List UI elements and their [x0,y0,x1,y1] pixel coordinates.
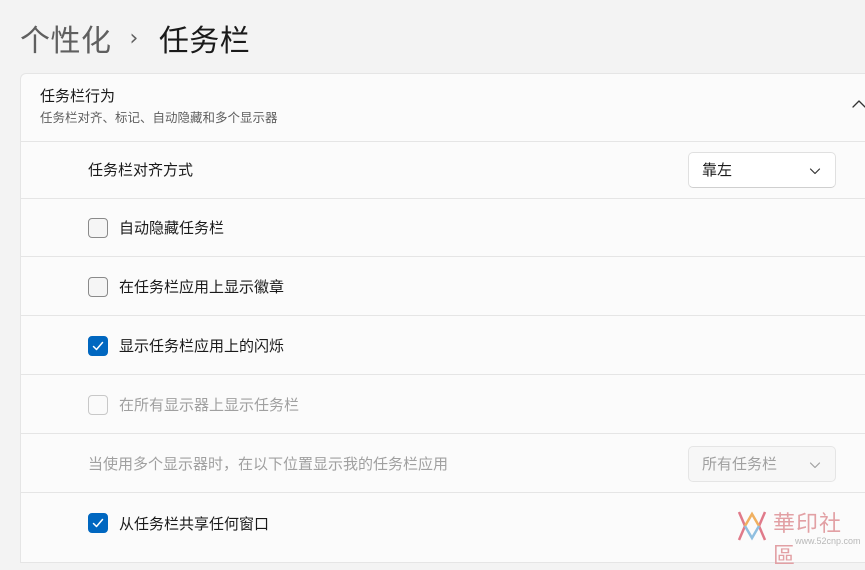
alignment-label: 任务栏对齐方式 [88,161,194,179]
multi-display-label: 当使用多个显示器时，在以下位置显示我的任务栏应用 [88,455,449,473]
breadcrumb-parent-personalization[interactable]: 个性化 [20,16,112,60]
watermark-url: www.52cnp.com [795,536,861,546]
share-checkbox[interactable] [88,513,108,533]
auto-hide-checkbox[interactable] [88,217,108,238]
badges-checkbox-group[interactable]: 在任务栏应用上显示徽章 [88,276,284,297]
multi-display-dropdown: 所有任务栏 [688,445,836,482]
flashing-checkbox-group[interactable]: 显示任务栏应用上的闪烁 [88,335,284,356]
share-label: 从任务栏共享任何窗口 [119,514,270,533]
checkmark-icon [92,518,104,528]
chevron-down-icon [809,167,821,174]
section-subtitle: 任务栏对齐、标记、自动隐藏和多个显示器 [40,110,278,125]
option-row-flashing: 显示任务栏应用上的闪烁 [21,317,865,375]
share-checkbox-group[interactable]: 从任务栏共享任何窗口 [88,513,269,534]
checkmark-icon [92,341,104,350]
all-displays-checkbox-group: 在所有显示器上显示任务栏 [88,394,299,415]
auto-hide-checkbox-group[interactable]: 自动隐藏任务栏 [88,217,224,238]
badges-checkbox[interactable] [88,276,108,297]
page-title: 任务栏 [158,24,251,59]
option-row-badges: 在任务栏应用上显示徽章 [21,258,865,316]
breadcrumb-separator: › [129,25,139,51]
watermark-logo: 華印社區 www.52cnp.com [735,504,863,569]
badges-label: 在任务栏应用上显示徽章 [119,278,285,296]
flashing-checkbox[interactable] [88,335,108,356]
chevron-down-icon [809,461,821,468]
chevron-up-icon[interactable] [851,96,865,112]
alignment-dropdown[interactable]: 靠左 [688,151,836,188]
alignment-value: 靠左 [702,161,733,179]
multi-display-value: 所有任务栏 [702,455,778,473]
taskbar-behaviors-panel: 任务栏行为 任务栏对齐、标记、自动隐藏和多个显示器 任务栏对齐方式 靠左 自动隐… [20,73,865,563]
watermark-emblem-icon [737,511,767,541]
taskbar-behaviors-header[interactable]: 任务栏行为 任务栏对齐、标记、自动隐藏和多个显示器 [21,74,865,142]
option-row-auto-hide: 自动隐藏任务栏 [21,199,865,257]
breadcrumb: 个性化 › 任务栏 [20,14,250,62]
alignment-row: 任务栏对齐方式 靠左 [21,141,865,199]
section-title: 任务栏行为 [40,87,116,105]
auto-hide-label: 自动隐藏任务栏 [119,219,225,237]
option-row-all-displays: 在所有显示器上显示任务栏 [21,376,865,434]
all-displays-checkbox [88,394,108,415]
all-displays-label: 在所有显示器上显示任务栏 [119,396,300,414]
multi-display-row: 当使用多个显示器时，在以下位置显示我的任务栏应用 所有任务栏 [21,435,865,493]
flashing-label: 显示任务栏应用上的闪烁 [119,337,285,355]
